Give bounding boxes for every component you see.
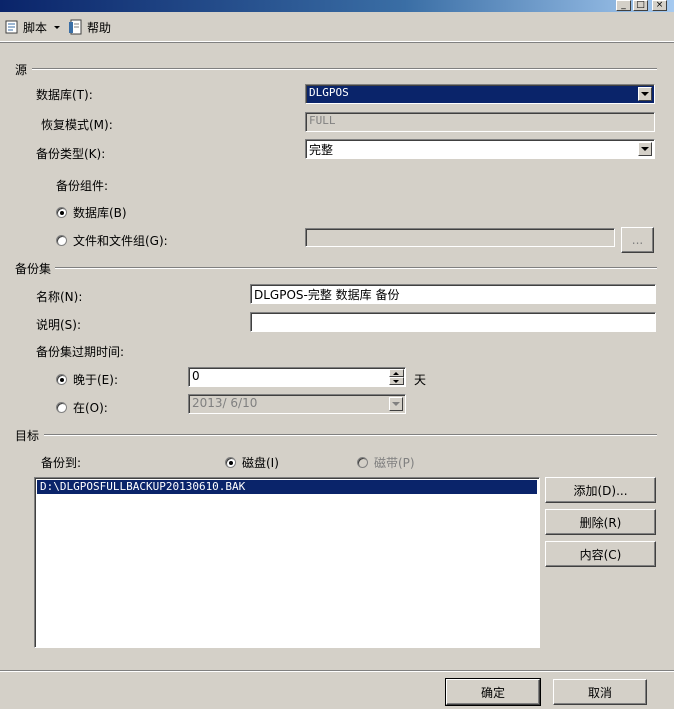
destination-section-title: 目标 <box>15 429 40 443</box>
script-button[interactable]: 脚本 <box>4 17 61 37</box>
backup-type-combo[interactable]: 完整 <box>305 139 655 159</box>
title-bar <box>0 0 674 12</box>
component-files-radio[interactable]: 文件和文件组(G): <box>56 232 168 249</box>
expire-after-label: 晚于(E): <box>73 373 118 387</box>
expire-days-stepper[interactable]: 0 <box>188 367 406 387</box>
disk-label: 磁盘(I) <box>242 456 279 470</box>
destination-divider <box>44 434 657 436</box>
backup-to-label: 备份到: <box>41 456 82 470</box>
radio-unchecked-icon[interactable] <box>56 235 67 246</box>
expire-label: 备份集过期时间: <box>36 345 125 359</box>
recovery-model-field: FULL <box>305 112 655 132</box>
expire-on-radio[interactable]: 在(O): <box>56 399 108 416</box>
database-combo[interactable]: DLGPOS <box>305 84 655 104</box>
toolbar: 脚本 帮助 <box>0 13 674 42</box>
list-item[interactable]: D:\DLGPOSFULLBACKUP20130610.BAK <box>37 480 537 494</box>
script-icon <box>5 20 18 34</box>
help-label: 帮助 <box>87 20 112 35</box>
minimize-button[interactable]: _ <box>616 0 631 11</box>
expire-date-picker: 2013/ 6/10 <box>188 394 406 414</box>
expire-after-radio[interactable]: 晚于(E): <box>56 371 118 388</box>
tape-label: 磁带(P) <box>374 456 415 470</box>
component-files-label: 文件和文件组(G): <box>73 234 168 248</box>
filegroups-field <box>305 228 615 247</box>
component-database-label: 数据库(B) <box>73 206 127 220</box>
close-button[interactable]: × <box>652 0 667 11</box>
help-icon <box>69 19 82 35</box>
radio-unchecked-icon[interactable] <box>56 402 67 413</box>
footer-divider <box>0 670 674 672</box>
cancel-button[interactable]: 取消 <box>553 679 647 705</box>
tape-radio: 磁带(P) <box>357 454 415 471</box>
spin-down-icon[interactable] <box>389 377 404 385</box>
contents-button[interactable]: 内容(C) <box>545 541 656 567</box>
radio-checked-icon[interactable] <box>56 374 67 385</box>
radio-unchecked-icon <box>357 457 368 468</box>
radio-checked-icon[interactable] <box>225 457 236 468</box>
spin-up-icon[interactable] <box>389 369 404 377</box>
help-button[interactable]: 帮助 <box>68 17 111 37</box>
radio-checked-icon[interactable] <box>56 207 67 218</box>
name-value: DLGPOS-完整 数据库 备份 <box>254 288 400 302</box>
chevron-down-icon[interactable] <box>638 142 652 156</box>
backup-component-label: 备份组件: <box>56 179 109 193</box>
add-button[interactable]: 添加(D)... <box>545 477 656 503</box>
expire-on-label: 在(O): <box>73 401 108 415</box>
chevron-down-icon[interactable] <box>54 25 61 29</box>
ok-button[interactable]: 确定 <box>445 678 541 706</box>
recovery-model-label: 恢复模式(M): <box>41 118 113 132</box>
source-section-title: 源 <box>15 63 28 77</box>
days-unit-label: 天 <box>414 373 427 387</box>
source-divider <box>32 68 657 70</box>
remove-button[interactable]: 删除(R) <box>545 509 656 535</box>
chevron-down-icon[interactable] <box>638 87 652 101</box>
name-input[interactable]: DLGPOS-完整 数据库 备份 <box>250 284 656 304</box>
script-label: 脚本 <box>23 20 48 35</box>
disk-radio[interactable]: 磁盘(I) <box>225 454 279 471</box>
backup-set-section-title: 备份集 <box>15 262 52 276</box>
backup-type-value: 完整 <box>309 143 334 157</box>
expire-days-value: 0 <box>192 369 200 383</box>
description-label: 说明(S): <box>36 318 82 332</box>
description-input[interactable] <box>250 312 656 332</box>
chevron-down-icon <box>389 397 403 411</box>
backup-set-divider <box>55 267 657 269</box>
expire-date-value: 2013/ 6/10 <box>192 396 258 410</box>
recovery-model-value: FULL <box>309 114 336 127</box>
browse-button[interactable]: ... <box>621 227 654 253</box>
name-label: 名称(N): <box>36 290 83 304</box>
destination-list[interactable]: D:\DLGPOSFULLBACKUP20130610.BAK <box>34 477 540 648</box>
database-value: DLGPOS <box>309 86 349 99</box>
spinner[interactable] <box>389 369 404 385</box>
backup-type-label: 备份类型(K): <box>36 147 106 161</box>
component-database-radio[interactable]: 数据库(B) <box>56 204 127 221</box>
database-label: 数据库(T): <box>36 88 93 102</box>
maximize-button[interactable]: □ <box>633 0 648 11</box>
